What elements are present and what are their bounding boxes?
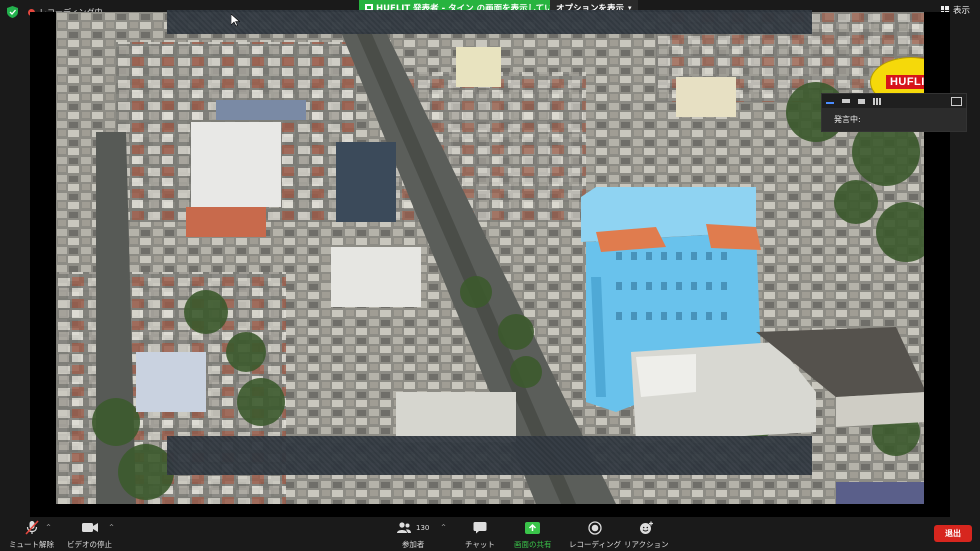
- share-arrow-icon: [525, 521, 541, 534]
- participants-options-caret[interactable]: ^: [441, 524, 446, 531]
- logo-text: HUFLIT: [885, 75, 924, 89]
- active-speaker-panel: 発言中:: [821, 93, 967, 132]
- shared-video-frame: HUFLIT: [56, 12, 924, 504]
- gallery-grid-icon[interactable]: [873, 97, 881, 105]
- reactions-button[interactable]: リアクション: [624, 520, 669, 550]
- reaction-icon: [639, 521, 653, 534]
- minimize-icon[interactable]: [826, 102, 834, 104]
- speaking-label: 発言中:: [834, 115, 861, 124]
- aerial-city-video: [56, 12, 924, 504]
- participants-button[interactable]: 130 参加者: [397, 520, 429, 550]
- view-label: 表示: [952, 6, 970, 16]
- mic-muted-icon: [24, 520, 39, 535]
- leave-meeting-button[interactable]: 退出: [934, 525, 972, 542]
- stop-video-button[interactable]: ビデオの停止: [67, 520, 112, 550]
- mouse-cursor-icon: [231, 14, 240, 27]
- video-options-caret[interactable]: ^: [109, 524, 114, 531]
- chat-bubble-icon: [473, 522, 487, 534]
- chat-button[interactable]: チャット: [465, 520, 495, 550]
- speaker-view-icon[interactable]: [858, 98, 865, 104]
- leave-label: 退出: [945, 529, 961, 538]
- speaker-panel-toolbar: [822, 94, 966, 108]
- reactions-label: リアクション: [624, 540, 669, 549]
- shield-icon[interactable]: [7, 6, 18, 18]
- record-label: レコーディング: [569, 540, 621, 549]
- record-button[interactable]: レコーディング: [569, 520, 621, 550]
- stop-video-label: ビデオの停止: [67, 540, 112, 549]
- hide-video-icon[interactable]: [842, 99, 850, 103]
- video-overlay-band-top: [167, 10, 812, 34]
- speaking-indicator: 発言中:: [822, 108, 966, 131]
- chat-label: チャット: [465, 540, 495, 549]
- video-overlay-band-bottom: [167, 436, 812, 475]
- share-screen-label: 画面の共有: [514, 540, 552, 549]
- unmute-label: ミュート解除: [9, 540, 54, 549]
- meeting-toolbar: ミュート解除 ^ ビデオの停止 ^ 130 参加者 ^ チャット 画面の共有 レ…: [0, 517, 980, 551]
- participants-icon: [397, 522, 411, 533]
- share-screen-button[interactable]: 画面の共有: [514, 520, 552, 550]
- participants-count: 130: [416, 523, 430, 532]
- audio-options-caret[interactable]: ^: [46, 524, 51, 531]
- participants-label: 参加者: [401, 540, 425, 549]
- record-icon: [588, 520, 602, 535]
- exit-fullscreen-icon[interactable]: [951, 96, 962, 106]
- video-camera-icon: [81, 523, 98, 532]
